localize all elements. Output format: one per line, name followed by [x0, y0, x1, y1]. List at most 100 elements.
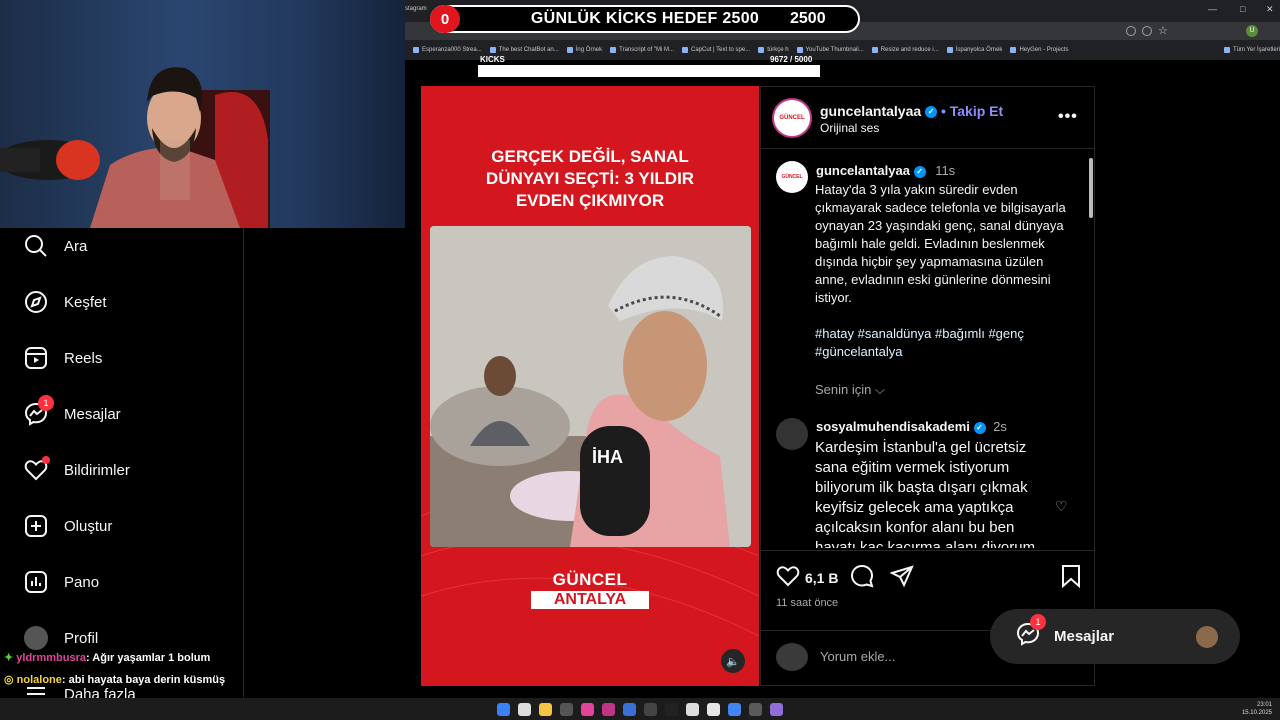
messages-pill[interactable]: 1 Mesajlar: [990, 609, 1240, 664]
nav-item-dashboard[interactable]: Pano: [24, 570, 99, 594]
follow-button[interactable]: • Takip Et: [941, 103, 1003, 119]
author-avatar[interactable]: GÜNCEL: [772, 98, 812, 138]
nav-item-search[interactable]: Ara: [24, 234, 87, 258]
taskbar-app-icon[interactable]: [623, 702, 636, 716]
search-icon: [24, 234, 48, 258]
verified-icon: ✓: [925, 106, 938, 119]
profile-avatar[interactable]: U: [1246, 25, 1258, 37]
messages-badge: 1: [38, 395, 54, 411]
taskbar-app-icon[interactable]: [602, 702, 615, 716]
post-video[interactable]: GERÇEK DEĞİL, SANAL DÜNYAYI SEÇTİ: 3 YIL…: [421, 86, 759, 686]
taskbar-app-icon[interactable]: [728, 702, 741, 716]
bookmark-item[interactable]: CapCut | Text to spe...: [682, 47, 750, 53]
comment-like-icon[interactable]: ♡: [1055, 498, 1068, 515]
bookmark-label: Tüm Yer İşaretleri: [1232, 47, 1280, 53]
kicks-progress-fill: [480, 67, 818, 75]
taskbar-app-icon[interactable]: [686, 702, 699, 716]
bookmark-label: HeyGen - Projects: [1019, 47, 1069, 53]
nav-item-reels[interactable]: Reels: [24, 346, 102, 370]
browser-tab-title[interactable]: stagram: [405, 6, 427, 12]
taskbar-app-icon[interactable]: [644, 702, 657, 716]
close-window-icon[interactable]: ✕: [1266, 4, 1274, 15]
bookmark-item[interactable]: YouTube Thumbnail...: [796, 47, 864, 53]
comment-icon[interactable]: [850, 564, 874, 593]
headline-line: EVDEN ÇIKMIYOR: [515, 191, 665, 210]
nav-item-create[interactable]: Oluştur: [24, 514, 112, 538]
watermark-text: İHA: [592, 447, 623, 467]
bookmark-label: Resize and reduce i...: [880, 47, 939, 53]
bookmark-item[interactable]: Resize and reduce i...: [871, 47, 939, 53]
nav-item-profile[interactable]: Profil: [24, 626, 98, 650]
taskbar-app-icon[interactable]: [518, 702, 531, 716]
bookmark-item[interactable]: Transcript of "Mi M...: [610, 47, 674, 53]
bookmark-item[interactable]: türkçe h: [758, 47, 789, 53]
logo-line2: ANTALYA: [531, 591, 649, 609]
chat-message: ✦ yldrmmbusra: Ağır yaşamlar 1 bolum: [4, 651, 210, 664]
bookmark-label: Esperanza000 Strea...: [422, 47, 482, 53]
search-page-icon[interactable]: [1142, 26, 1152, 36]
bookmark-icon: [796, 47, 803, 53]
audio-label[interactable]: Orijinal ses: [820, 121, 879, 135]
clock-time: 23:01: [1256, 702, 1272, 708]
author-username[interactable]: guncelantalyaa: [820, 103, 921, 119]
bookmark-icon: [758, 47, 765, 53]
for-you-label[interactable]: Senin için ⌵: [815, 382, 885, 398]
bookmark-star-icon[interactable]: ☆: [1158, 24, 1168, 37]
comment-author[interactable]: sosyalmuhendisakademi: [816, 419, 970, 434]
caption-author[interactable]: guncelantalyaa: [816, 163, 910, 178]
bookmark-icon: [946, 47, 953, 53]
kicks-count: 9672 / 5000: [770, 55, 813, 64]
nav-item-notifications[interactable]: Bildirimler: [24, 456, 130, 482]
comment-input[interactable]: Yorum ekle...: [820, 649, 895, 664]
messages-pill-label: Mesajlar: [1054, 628, 1115, 645]
bookmark-item[interactable]: İspanyolca Örnek: [946, 47, 1003, 53]
bookmark-item[interactable]: Esperanza000 Strea...: [413, 47, 482, 53]
mute-button[interactable]: 🔈: [721, 649, 745, 673]
taskbar-app-icon[interactable]: [665, 702, 678, 716]
taskbar-app-icon[interactable]: [707, 702, 720, 716]
chat-user-icon: ✦: [4, 652, 17, 664]
hashtags[interactable]: #hatay #sanaldünya #bağımlı #genç #günce…: [815, 325, 1075, 361]
taskbar-app-icon[interactable]: [560, 702, 573, 716]
taskbar-app-icon[interactable]: [749, 702, 762, 716]
webcam-feed: [0, 0, 405, 228]
more-options-icon[interactable]: •••: [1058, 108, 1078, 126]
taskbar-app-icon[interactable]: [581, 702, 594, 716]
goal-title: GÜNLÜK KİCKS HEDEF 2500: [530, 10, 760, 27]
save-icon[interactable]: [1061, 564, 1081, 593]
bookmark-item[interactable]: The best ChatBot an...: [489, 47, 559, 53]
comment-avatar[interactable]: [776, 418, 808, 450]
like-icon[interactable]: [776, 564, 800, 593]
scrollbar-thumb[interactable]: [1089, 158, 1093, 218]
comments-scrollbar[interactable]: [1088, 150, 1094, 550]
share-icon[interactable]: [889, 564, 915, 593]
author-row: guncelantalyaa ✓ • Takip Et: [820, 103, 1003, 119]
nav-item-explore[interactable]: Keşfet: [24, 290, 107, 314]
taskbar-clock[interactable]: 23:01 15.10.2025: [1242, 701, 1272, 717]
taskbar-app-icon[interactable]: [539, 702, 552, 716]
chat-text: : Ağır yaşamlar 1 bolum: [85, 652, 211, 664]
bookmark-icon: [871, 47, 878, 53]
goal-value: 2500: [790, 10, 826, 27]
nav-label: Keşfet: [64, 293, 107, 311]
like-count[interactable]: 6,1 B: [805, 570, 838, 586]
nav-label: Reels: [64, 349, 103, 367]
taskbar-app-icon[interactable]: [497, 702, 510, 716]
caption-avatar[interactable]: GÜNCEL: [776, 161, 808, 193]
nav-item-messages[interactable]: 1 Mesajlar: [24, 395, 121, 426]
chat-message: ◎ nolalone: abi hayata baya derin küsmüş: [4, 673, 225, 686]
taskbar-app-icon[interactable]: [770, 702, 783, 716]
bookmark-item[interactable]: HeyGen - Projects: [1010, 47, 1068, 53]
bookmark-item[interactable]: Tüm Yer İşaretleri: [1223, 47, 1280, 53]
minimize-icon[interactable]: —: [1208, 4, 1217, 14]
bookmark-label: Transcript of "Mi M...: [619, 47, 675, 53]
reels-icon: [24, 346, 48, 370]
comment-header: sosyalmuhendisakademi ✓ 2s: [816, 419, 1007, 434]
bookmark-label: CapCut | Text to spe...: [691, 47, 751, 53]
bookmark-item[interactable]: İng Örnek: [566, 47, 602, 53]
extension-icon[interactable]: [1126, 26, 1136, 36]
maximize-icon[interactable]: □: [1240, 4, 1245, 14]
messenger-icon: 1: [24, 395, 54, 426]
logo-line1: GÜNCEL: [552, 570, 628, 589]
bookmark-label: İspanyolca Örnek: [955, 47, 1003, 53]
